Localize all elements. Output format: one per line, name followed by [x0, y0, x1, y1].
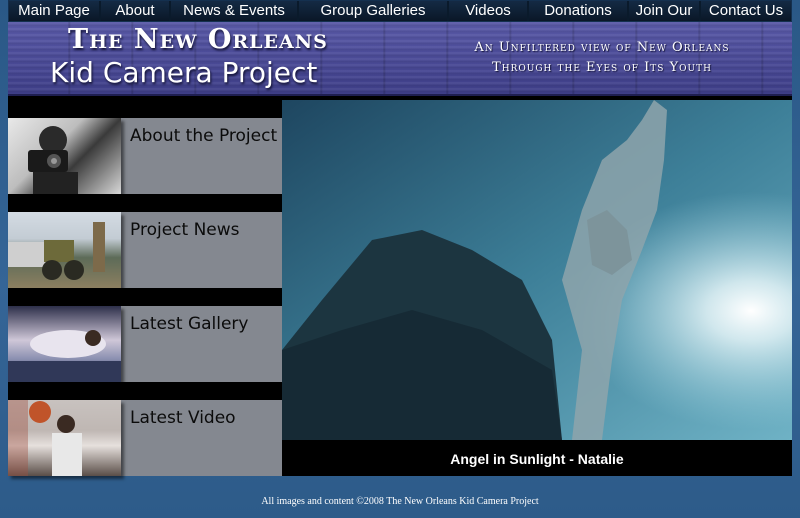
nav-main-page[interactable]: Main Page	[9, 1, 101, 21]
sidebar-item-about[interactable]: About the Project	[8, 118, 282, 194]
sidebar-item-video[interactable]: Latest Video	[8, 400, 282, 476]
site-title-line1: The New Orleans	[68, 24, 328, 55]
nav-donations[interactable]: Donations	[529, 1, 629, 21]
news-thumbnail-image	[8, 212, 121, 288]
photo-caption: Angel in Sunlight - Natalie	[282, 442, 792, 476]
about-thumbnail-image	[8, 118, 121, 194]
nav-join-our[interactable]: Join Our	[629, 1, 701, 21]
nav-about[interactable]: About	[101, 1, 171, 21]
sidebar-item-label: Latest Video	[130, 408, 236, 428]
angel-statue-photo	[282, 100, 792, 440]
sidebar-item-gallery[interactable]: Latest Gallery	[8, 306, 282, 382]
camera-kid-photo	[28, 126, 78, 194]
nav-videos[interactable]: Videos	[449, 1, 529, 21]
tagline-line2: Through the Eyes of Its Youth	[492, 60, 712, 75]
main-nav: Main Page About News & Events Group Gall…	[8, 0, 792, 22]
copyright-footer: All images and content ©2008 The New Orl…	[261, 496, 539, 507]
basketball-kid-photo	[8, 400, 82, 476]
video-thumbnail-image	[8, 400, 121, 476]
sidebar-item-label: About the Project	[130, 126, 278, 146]
header-banner: The New Orleans Kid Camera Project An Un…	[8, 22, 792, 96]
gallery-thumbnail-image	[8, 306, 121, 382]
featured-photo[interactable]	[282, 100, 792, 440]
site-title-line2: Kid Camera Project	[50, 56, 318, 89]
nav-group-galleries[interactable]: Group Galleries	[299, 1, 449, 21]
sidebar-item-label: Latest Gallery	[130, 314, 249, 334]
nav-news-events[interactable]: News & Events	[171, 1, 299, 21]
sidebar-item-news[interactable]: Project News	[8, 212, 282, 288]
tagline-line1: An Unfiltered view of New Orleans	[474, 40, 730, 55]
nav-contact-us[interactable]: Contact Us	[701, 1, 791, 21]
sleeping-child-photo	[8, 330, 121, 382]
main-content: About the Project Project News Latest Ga…	[8, 96, 792, 476]
sidebar-item-label: Project News	[130, 220, 240, 240]
bulldozer-photo	[8, 222, 105, 280]
